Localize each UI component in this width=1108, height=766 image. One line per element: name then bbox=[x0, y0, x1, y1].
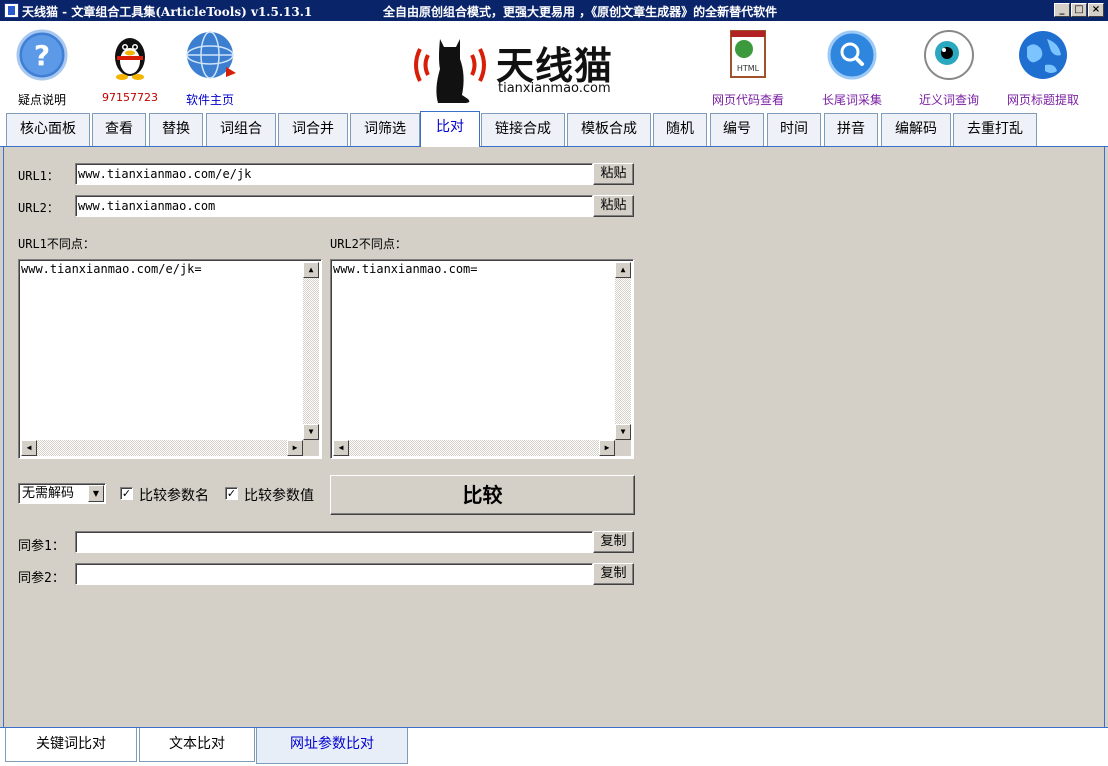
url2-input[interactable]: www.tianxianmao.com bbox=[75, 195, 593, 217]
function-tabs: 核心面板 查看 替换 词组合 词合并 词筛选 比对 链接合成 模板合成 随机 编… bbox=[0, 111, 1108, 147]
url2-diff-textarea[interactable]: www.tianxianmao.com= ▲ ▼ ◀ ▶ bbox=[330, 259, 634, 459]
compare-param-value-label[interactable]: 比较参数值 bbox=[244, 485, 314, 505]
scroll-up-arrow-icon[interactable]: ▲ bbox=[615, 262, 631, 278]
sub-tabs: 关键词比对 文本比对 网址参数比对 bbox=[0, 727, 1108, 766]
tab-encode-decode[interactable]: 编解码 bbox=[881, 113, 951, 146]
window-slogan: 全自由原创组合模式，更强大更易用 ，《原创文章生成器》的全新替代软件 bbox=[383, 5, 778, 19]
scrollbar-corner bbox=[615, 440, 631, 456]
scrollbar-corner bbox=[303, 440, 319, 456]
title-extract-label: 网页标题提取 bbox=[1006, 93, 1079, 107]
close-button[interactable]: × bbox=[1088, 3, 1104, 17]
web-globe-icon bbox=[1019, 31, 1067, 79]
compare-param-name-label[interactable]: 比较参数名 bbox=[139, 485, 209, 505]
horizontal-scrollbar[interactable]: ◀ ▶ bbox=[21, 440, 303, 456]
tab-numbering[interactable]: 编号 bbox=[710, 113, 764, 146]
compare-param-value-checkbox[interactable]: ✓ bbox=[225, 487, 238, 500]
decode-select[interactable]: 无需解码 ▼ bbox=[18, 483, 106, 504]
maximize-button[interactable]: □ bbox=[1071, 3, 1087, 17]
html-file-icon: HTML bbox=[730, 30, 766, 78]
longtail-tool[interactable]: 长尾词采集 bbox=[815, 21, 889, 109]
help-tool[interactable]: ? 疑点说明 bbox=[12, 21, 72, 109]
app-icon bbox=[4, 3, 19, 18]
tab-random[interactable]: 随机 bbox=[653, 113, 707, 146]
scroll-down-arrow-icon[interactable]: ▼ bbox=[303, 424, 319, 440]
tab-view[interactable]: 查看 bbox=[92, 113, 146, 146]
decode-select-value: 无需解码 bbox=[22, 486, 75, 501]
brand-domain: tianxianmao.com bbox=[498, 81, 611, 96]
toolbar: ? 疑点说明 97157723 软件主页 天线猫 tianxianmao.com… bbox=[0, 21, 1108, 111]
html-view-label: 网页代码查看 bbox=[711, 93, 784, 107]
help-label: 疑点说明 bbox=[17, 93, 66, 107]
tab-compare[interactable]: 比对 bbox=[420, 111, 480, 147]
title-bar: 天线猫 - 文章组合工具集(ArticleTools) v1.5.13.1 全自… bbox=[0, 0, 1108, 21]
qq-label: 97157723 bbox=[102, 91, 158, 104]
tab-link-compose[interactable]: 链接合成 bbox=[481, 113, 565, 146]
url2-diff-label: URL2不同点： bbox=[330, 237, 407, 251]
url1-label: URL1： bbox=[18, 169, 59, 183]
tab-keyword-compare[interactable]: 关键词比对 bbox=[5, 728, 137, 762]
tab-pinyin[interactable]: 拼音 bbox=[824, 113, 878, 146]
help-icon: ? bbox=[16, 29, 68, 81]
svg-text:HTML: HTML bbox=[737, 64, 760, 73]
tab-word-combine[interactable]: 词组合 bbox=[206, 113, 276, 146]
synonym-label: 近义词查询 bbox=[918, 93, 979, 107]
scroll-down-arrow-icon[interactable]: ▼ bbox=[615, 424, 631, 440]
tab-core-panel[interactable]: 核心面板 bbox=[6, 113, 90, 146]
scroll-up-arrow-icon[interactable]: ▲ bbox=[303, 262, 319, 278]
same-param2-label: 同参2： bbox=[18, 571, 65, 586]
search-icon bbox=[827, 30, 877, 80]
scroll-left-arrow-icon[interactable]: ◀ bbox=[21, 440, 37, 456]
eye-icon bbox=[924, 30, 974, 80]
copy-param1-button[interactable]: 复制 bbox=[593, 531, 634, 553]
paste-url1-button[interactable]: 粘贴 bbox=[593, 163, 634, 185]
svg-text:?: ? bbox=[34, 39, 50, 72]
same-param1-label: 同参1： bbox=[18, 539, 65, 554]
window-title: 天线猫 - 文章组合工具集(ArticleTools) v1.5.13.1 bbox=[22, 5, 313, 19]
compare-param-name-checkbox[interactable]: ✓ bbox=[120, 487, 133, 500]
compare-button[interactable]: 比较 bbox=[330, 475, 635, 515]
horizontal-scrollbar[interactable]: ◀ ▶ bbox=[333, 440, 615, 456]
penguin-icon bbox=[115, 38, 145, 80]
url1-diff-text: www.tianxianmao.com/e/jk= bbox=[21, 262, 202, 276]
homepage-label: 软件主页 bbox=[185, 93, 234, 107]
vertical-scrollbar[interactable]: ▲ ▼ bbox=[615, 262, 631, 440]
url1-diff-label: URL1不同点： bbox=[18, 237, 95, 251]
scroll-right-arrow-icon[interactable]: ▶ bbox=[287, 440, 303, 456]
tab-template-compose[interactable]: 模板合成 bbox=[567, 113, 651, 146]
synonym-tool[interactable]: 近义词查询 bbox=[914, 21, 984, 109]
chevron-down-icon[interactable]: ▼ bbox=[88, 485, 104, 502]
tab-time[interactable]: 时间 bbox=[767, 113, 821, 146]
longtail-label: 长尾词采集 bbox=[821, 93, 882, 107]
homepage-tool[interactable]: 软件主页 bbox=[178, 21, 242, 109]
url1-input[interactable]: www.tianxianmao.com/e/jk bbox=[75, 163, 593, 185]
tab-dedupe-shuffle[interactable]: 去重打乱 bbox=[953, 113, 1037, 146]
url2-label: URL2： bbox=[18, 201, 59, 215]
tab-word-filter[interactable]: 词筛选 bbox=[350, 113, 420, 146]
scroll-left-arrow-icon[interactable]: ◀ bbox=[333, 440, 349, 456]
tab-replace[interactable]: 替换 bbox=[149, 113, 203, 146]
url1-diff-textarea[interactable]: www.tianxianmao.com/e/jk= ▲ ▼ ◀ ▶ bbox=[18, 259, 322, 459]
minimize-button[interactable]: _ bbox=[1054, 3, 1070, 17]
compare-panel: URL1： www.tianxianmao.com/e/jk 粘贴 URL2： … bbox=[3, 147, 1105, 727]
cat-antenna-icon bbox=[414, 39, 486, 103]
vertical-scrollbar[interactable]: ▲ ▼ bbox=[303, 262, 319, 440]
scroll-right-arrow-icon[interactable]: ▶ bbox=[599, 440, 615, 456]
url2-diff-text: www.tianxianmao.com= bbox=[333, 262, 478, 276]
qq-tool[interactable]: 97157723 bbox=[100, 21, 160, 109]
paste-url2-button[interactable]: 粘贴 bbox=[593, 195, 634, 217]
html-view-tool[interactable]: HTML 网页代码查看 bbox=[708, 21, 788, 109]
brand-logo: 天线猫 tianxianmao.com bbox=[410, 29, 612, 109]
title-extract-tool[interactable]: 网页标题提取 bbox=[1003, 21, 1083, 109]
same-param2-input[interactable] bbox=[75, 563, 593, 585]
tab-url-param-compare[interactable]: 网址参数比对 bbox=[256, 728, 408, 764]
globe-icon bbox=[186, 31, 236, 79]
same-param1-input[interactable] bbox=[75, 531, 593, 553]
copy-param2-button[interactable]: 复制 bbox=[593, 563, 634, 585]
tab-text-compare[interactable]: 文本比对 bbox=[139, 728, 255, 762]
tab-word-merge[interactable]: 词合并 bbox=[278, 113, 348, 146]
